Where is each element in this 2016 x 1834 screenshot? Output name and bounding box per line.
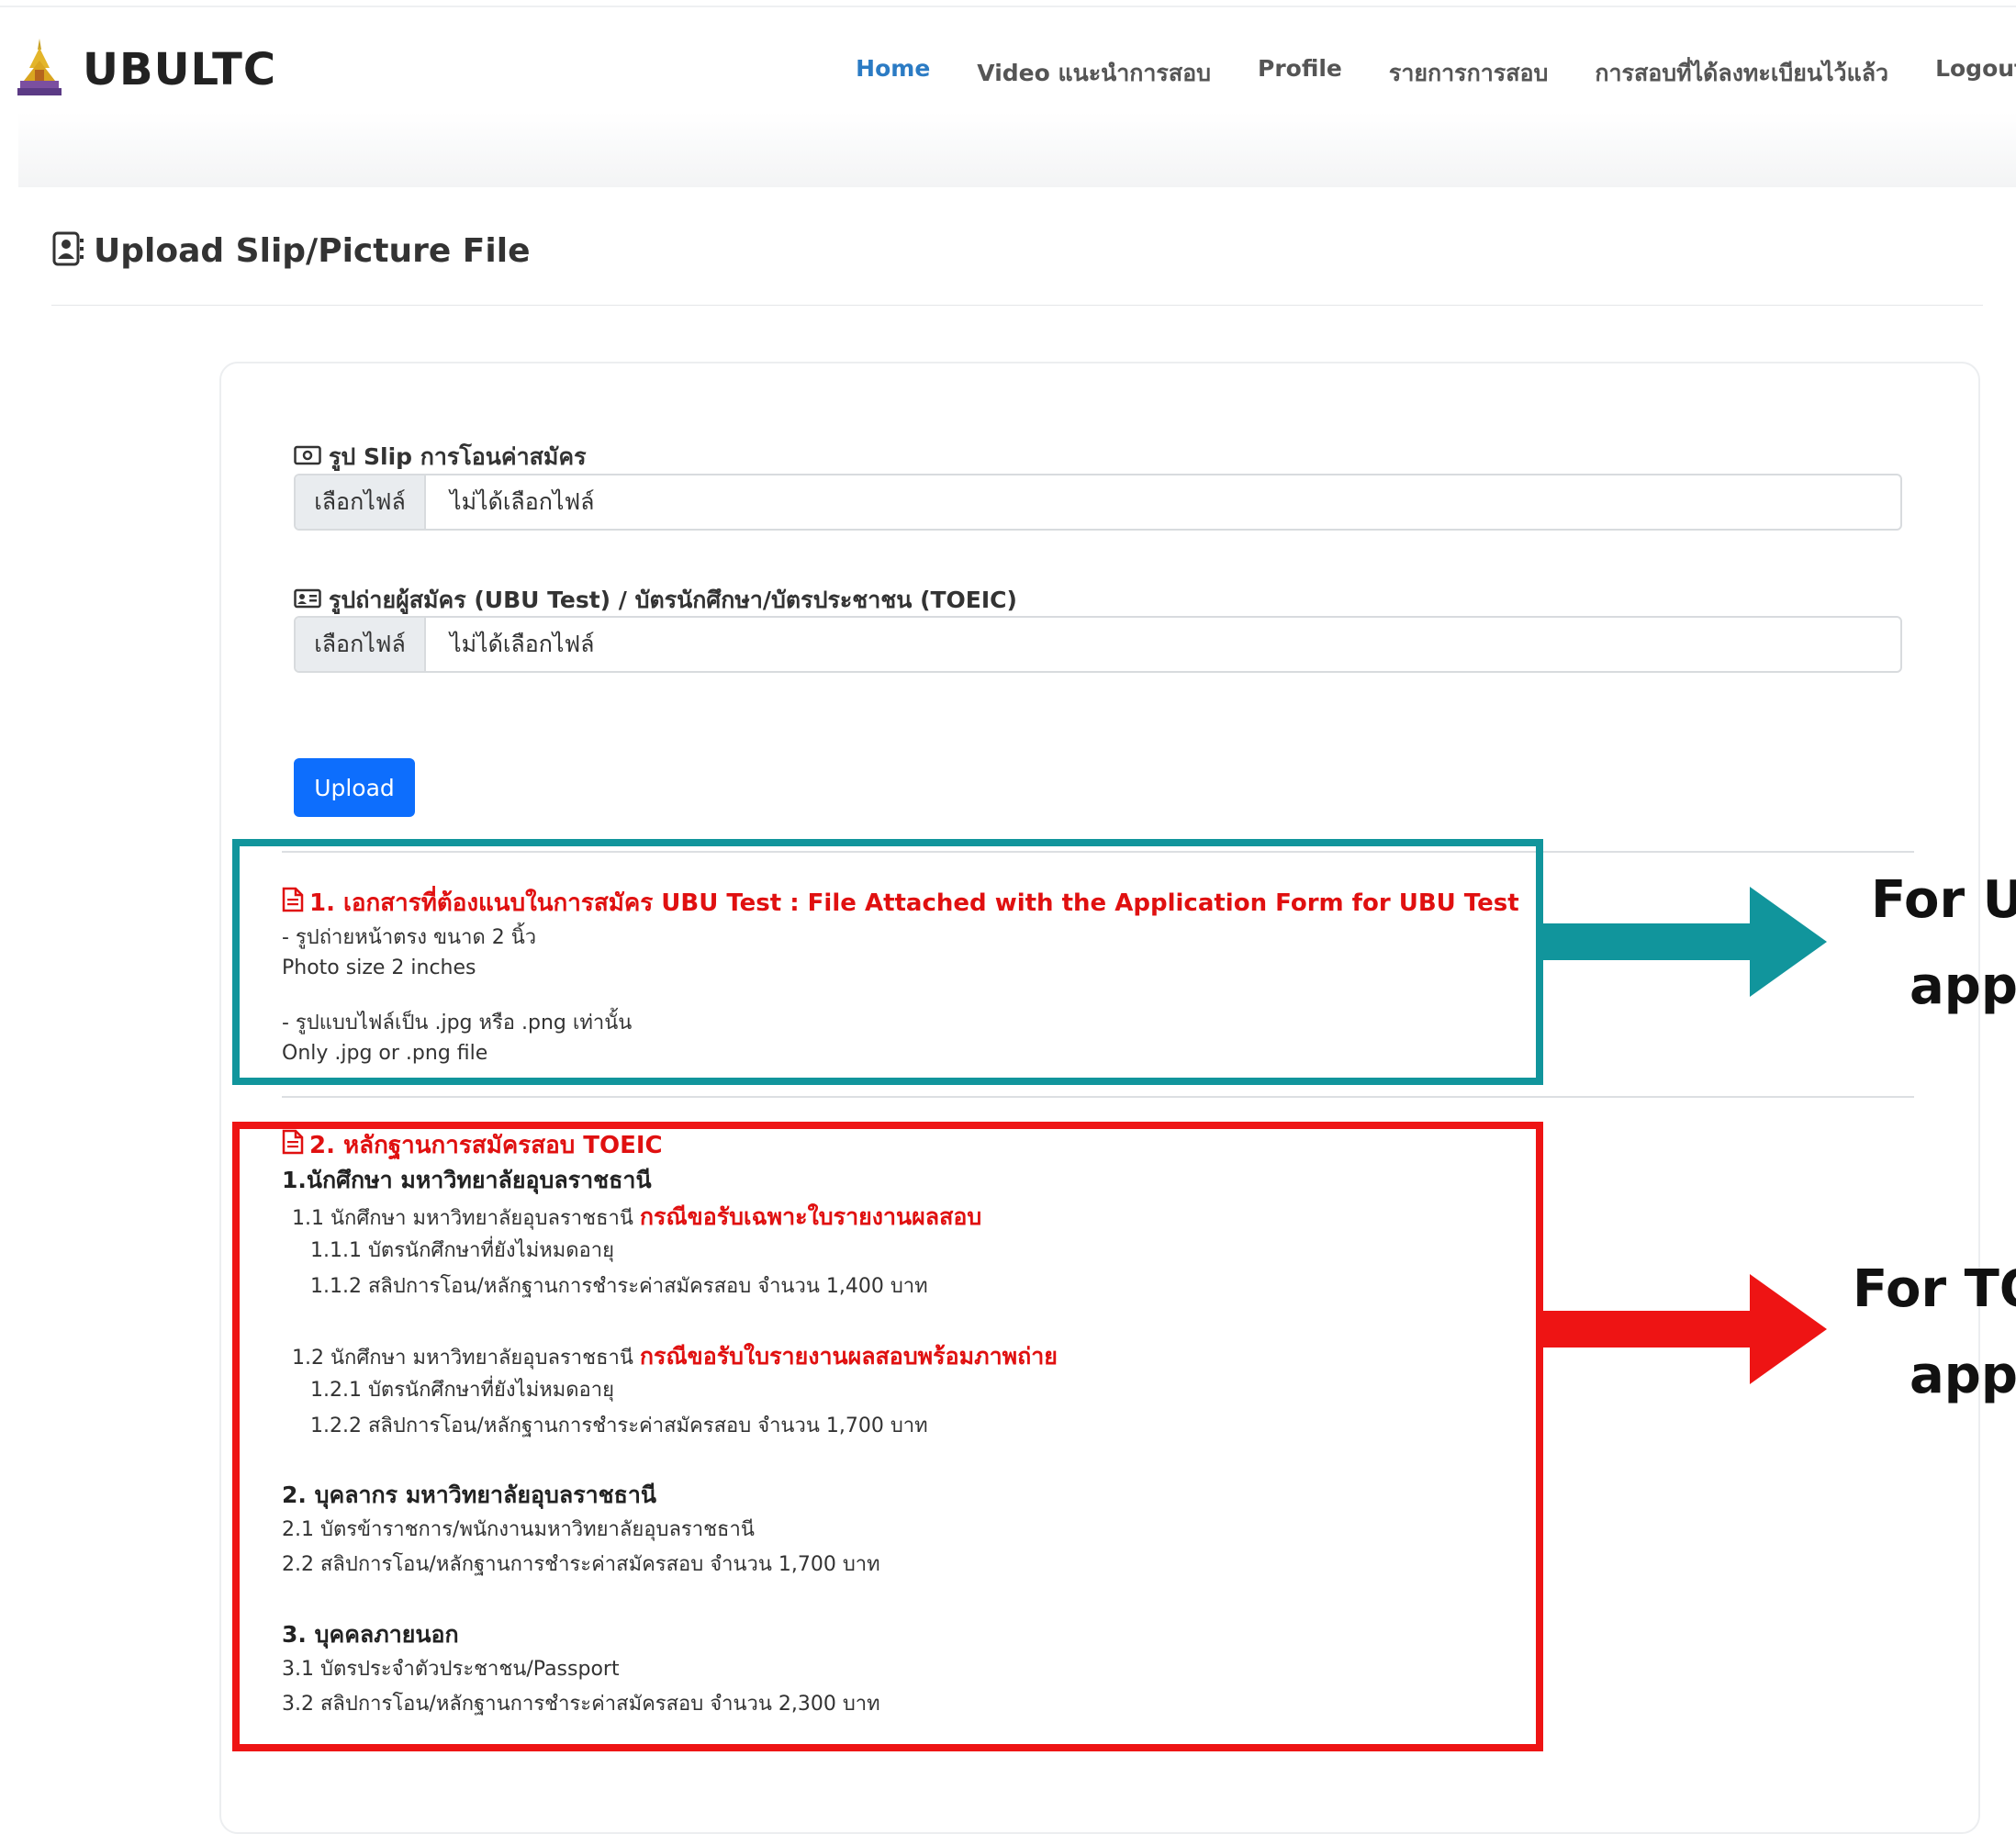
nav-logout[interactable]: Logout (1935, 55, 2016, 92)
photo-file-input[interactable]: เลือกไฟล์ ไม่ได้เลือกไฟล์ (294, 616, 1902, 673)
slip-field-label: รูป Slip การโอนค่าสมัคร (294, 439, 587, 475)
toeic-annotation-line1: For TO (1853, 1259, 2016, 1319)
slip-file-status: ไม่ได้เลือกไฟล์ (450, 488, 595, 515)
slip-choose-file-button[interactable]: เลือกไฟล์ (296, 475, 426, 529)
temple-logo-icon (17, 37, 62, 103)
heading-divider (51, 305, 1983, 306)
nav-profile[interactable]: Profile (1258, 55, 1342, 92)
main-nav: Home Video แนะนำการสอบ Profile รายการการ… (856, 55, 2016, 92)
ubu-annotation-line2: app (1910, 956, 2016, 1016)
ubu-annotation-line1: For U (1871, 870, 2016, 930)
contact-card-icon (51, 231, 84, 270)
upload-button[interactable]: Upload (294, 758, 415, 817)
cash-icon (294, 444, 321, 471)
toeic-annotation-line2: app (1910, 1346, 2016, 1405)
ubu-test-highlight-box (232, 839, 1543, 1085)
slip-file-input[interactable]: เลือกไฟล์ ไม่ได้เลือกไฟล์ (294, 474, 1902, 531)
red-arrow-icon (1542, 1274, 1827, 1384)
nav-registered-exams[interactable]: การสอบที่ได้ลงทะเบียนไว้แล้ว (1595, 55, 1888, 92)
page-title: Upload Slip/Picture File (94, 231, 531, 270)
id-card-icon (294, 587, 321, 614)
brand[interactable]: UBULTC (17, 37, 276, 103)
nav-video-guide[interactable]: Video แนะนำการสอบ (977, 55, 1211, 92)
photo-choose-file-button[interactable]: เลือกไฟล์ (296, 618, 426, 671)
page-heading: Upload Slip/Picture File (51, 231, 531, 270)
nav-exam-list[interactable]: รายการการสอบ (1389, 55, 1548, 92)
nav-home[interactable]: Home (856, 55, 930, 92)
teal-arrow-icon (1542, 887, 1827, 997)
brand-name: UBULTC (83, 44, 277, 95)
toeic-highlight-box (232, 1122, 1543, 1751)
navbar (18, 7, 2016, 187)
photo-file-status: ไม่ได้เลือกไฟล์ (450, 631, 595, 657)
section2-divider (282, 1096, 1914, 1098)
photo-field-label: รูปถ่ายผู้สมัคร (UBU Test) / บัตรนักศึกษ… (294, 582, 1017, 619)
